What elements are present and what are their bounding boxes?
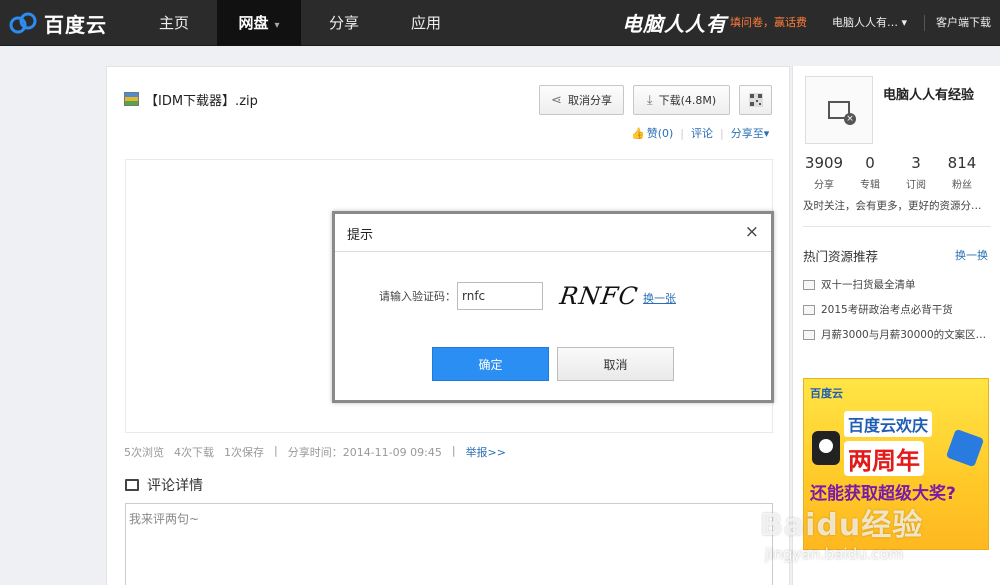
ad-title: 两周年 xyxy=(844,441,924,476)
user-stats: 3909 分享 0 专辑 3 订阅 814 粉丝 xyxy=(801,154,985,191)
qrcode-button[interactable] xyxy=(739,85,772,115)
confirm-button[interactable]: 确定 xyxy=(432,347,549,381)
stat-label: 订阅 xyxy=(906,180,926,191)
refresh-hot-link[interactable]: 换一换 xyxy=(955,247,988,263)
dialog-title: 提示 xyxy=(347,228,374,243)
nav-apps[interactable]: 应用 xyxy=(384,0,468,46)
share-time: 分享时间：2014-11-09 09:45 xyxy=(287,446,442,459)
captcha-input[interactable] xyxy=(457,282,543,310)
survey-promo-link[interactable]: 填问卷，赢话费 xyxy=(730,0,807,46)
document-icon xyxy=(803,304,815,315)
hot-resources-title: 热门资源推荐 xyxy=(803,249,879,264)
ad-logo: 百度云 xyxy=(810,387,843,400)
brand-script-logo: 电脑人人有 xyxy=(622,12,727,36)
download-label: 下载(4.8M) xyxy=(658,94,717,107)
cancel-button[interactable]: 取消 xyxy=(557,347,674,381)
cloud-logo-icon xyxy=(9,12,37,34)
file-name: 【IDM下载器】.zip xyxy=(145,94,258,109)
list-item-label: 月薪3000与月薪30000的文案区… xyxy=(821,329,987,341)
baidu-cloud-logo[interactable]: 百度云 xyxy=(8,8,107,38)
close-icon[interactable]: × xyxy=(745,222,759,242)
stat-subscriptions[interactable]: 3 订阅 xyxy=(893,154,939,191)
comment-section-title: 评论详情 xyxy=(125,475,203,495)
nav-share[interactable]: 分享 xyxy=(302,0,386,46)
stat-label: 分享 xyxy=(814,180,834,191)
unshare-label: 取消分享 xyxy=(567,94,612,107)
user-menu[interactable]: 电脑人人有… ▾ xyxy=(832,0,907,46)
sidebar-user-name[interactable]: 电脑人人有经验 xyxy=(883,84,974,103)
nav-netdisk[interactable]: 网盘 ▾ xyxy=(217,0,301,46)
top-nav: 百度云 主页 网盘 ▾ 分享 应用 电脑人人有 填问卷，赢话费 电脑人人有… ▾ … xyxy=(0,0,1000,46)
share-stats: 5次浏览 4次下载 1次保存 | 分享时间：2014-11-09 09:45 |… xyxy=(124,444,516,460)
logo-text: 百度云 xyxy=(44,12,107,37)
download-icon: ⤓ xyxy=(646,92,653,108)
broken-image-icon: × xyxy=(828,101,856,125)
like-link[interactable]: 赞(0) xyxy=(647,125,674,141)
chevron-down-icon: ▾ xyxy=(901,16,908,29)
file-actions: 👍 赞(0) | 评论 | 分享至▾ xyxy=(631,125,769,141)
divider: | xyxy=(720,126,724,140)
watermark-url: jingyan.baidu.com xyxy=(765,545,904,563)
comment-input[interactable]: 我来评两句~ xyxy=(125,503,773,585)
divider: | xyxy=(451,444,456,457)
divider: | xyxy=(274,444,278,457)
chevron-down-icon: ▾ xyxy=(763,127,770,140)
stat-number: 0 xyxy=(865,154,875,172)
stat-label: 专辑 xyxy=(860,180,880,191)
unshare-button[interactable]: ⋖ 取消分享 xyxy=(539,85,624,115)
list-item[interactable]: 2015考研政治考点必背干货 xyxy=(803,297,986,322)
document-icon xyxy=(803,329,815,340)
zip-file-icon xyxy=(124,92,139,106)
download-button[interactable]: ⤓ 下载(4.8M) xyxy=(633,85,730,115)
stat-fans[interactable]: 814 粉丝 xyxy=(939,154,985,191)
user-name: 电脑人人有… xyxy=(832,16,898,29)
download-count: 4次下载 xyxy=(174,446,214,459)
list-item[interactable]: 双十一扫货最全清单 xyxy=(803,272,986,297)
chevron-down-icon: ▾ xyxy=(274,20,280,31)
stat-label: 粉丝 xyxy=(952,180,972,191)
nav-divider xyxy=(924,15,925,31)
gift-box-icon xyxy=(945,428,985,468)
report-link[interactable]: 举报>> xyxy=(466,444,506,460)
stat-shares[interactable]: 3909 分享 xyxy=(801,154,847,191)
client-download-link[interactable]: 客户端下载 xyxy=(936,0,991,46)
save-count: 1次保存 xyxy=(224,446,264,459)
close-icon: × xyxy=(844,113,856,125)
baidu-jingyan-watermark: Baidu经验 xyxy=(760,508,924,543)
document-icon xyxy=(803,279,815,290)
stat-number: 814 xyxy=(947,154,977,172)
comment-link[interactable]: 评论 xyxy=(691,125,713,141)
thumbs-up-icon: 👍 xyxy=(631,126,645,140)
stat-albums[interactable]: 0 专辑 xyxy=(847,154,893,191)
nav-netdisk-label: 网盘 xyxy=(238,14,269,32)
share-to-label: 分享至 xyxy=(730,127,764,140)
dialog-header: 提示 × xyxy=(335,214,771,252)
follow-prompt: 及时关注，会有更多，更好的资源分… xyxy=(803,200,982,212)
list-item[interactable]: 月薪3000与月薪30000的文案区… xyxy=(803,322,986,347)
captcha-dialog: 提示 × 请输入验证码： RNFC 换一张 确定 取消 xyxy=(332,211,774,403)
stat-number: 3909 xyxy=(804,154,844,172)
hot-resources-list: 双十一扫货最全清单 2015考研政治考点必背干货 月薪3000与月薪30000的… xyxy=(803,272,986,347)
list-item-label: 双十一扫货最全清单 xyxy=(821,279,916,291)
divider xyxy=(803,226,991,227)
avatar[interactable]: × xyxy=(805,76,873,144)
refresh-captcha-link[interactable]: 换一张 xyxy=(643,290,676,306)
list-item-label: 2015考研政治考点必背干货 xyxy=(821,304,953,316)
stat-number: 3 xyxy=(911,154,921,172)
comment-title-text: 评论详情 xyxy=(147,478,203,494)
share-to-link[interactable]: 分享至▾ xyxy=(731,125,770,141)
divider: | xyxy=(680,126,685,140)
qrcode-icon xyxy=(748,93,763,107)
comment-icon xyxy=(125,479,139,491)
view-count: 5次浏览 xyxy=(124,446,164,459)
share-icon: ⋖ xyxy=(551,92,562,108)
nav-home[interactable]: 主页 xyxy=(132,0,216,46)
ad-headline: 百度云欢庆 xyxy=(844,411,933,437)
robot-icon xyxy=(812,431,840,465)
captcha-label: 请输入验证码： xyxy=(379,290,456,303)
captcha-image: RNFC xyxy=(558,282,641,310)
